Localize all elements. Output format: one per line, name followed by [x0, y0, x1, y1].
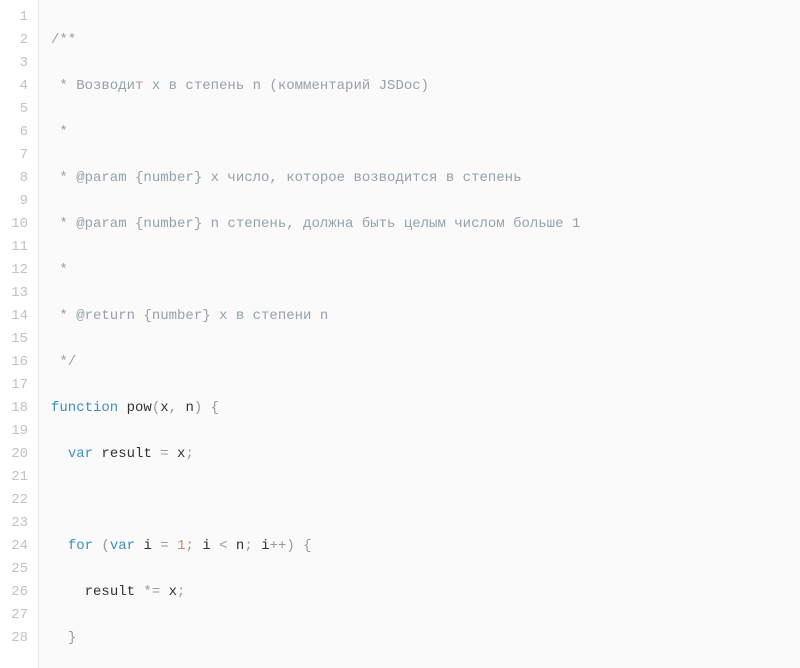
line-number: 5	[0, 98, 28, 121]
line-number: 28	[0, 627, 28, 650]
code-line: result *= x;	[51, 581, 800, 604]
line-number: 20	[0, 443, 28, 466]
line-number: 24	[0, 535, 28, 558]
line-number: 21	[0, 466, 28, 489]
code-line: /**	[51, 29, 800, 52]
line-number: 26	[0, 581, 28, 604]
line-number: 17	[0, 374, 28, 397]
line-number: 23	[0, 512, 28, 535]
line-number: 1	[0, 6, 28, 29]
code-line: }	[51, 627, 800, 650]
line-number: 14	[0, 305, 28, 328]
line-number: 4	[0, 75, 28, 98]
line-number: 8	[0, 167, 28, 190]
line-number: 9	[0, 190, 28, 213]
code-line: *	[51, 121, 800, 144]
line-number: 6	[0, 121, 28, 144]
line-number: 12	[0, 259, 28, 282]
code-line: * Возводит x в степень n (комментарий JS…	[51, 75, 800, 98]
line-number: 27	[0, 604, 28, 627]
code-line: * @return {number} x в степени n	[51, 305, 800, 328]
code-line: var result = x;	[51, 443, 800, 466]
line-number: 18	[0, 397, 28, 420]
line-number: 16	[0, 351, 28, 374]
line-number: 19	[0, 420, 28, 443]
code-line: * @param {number} n степень, должна быть…	[51, 213, 800, 236]
line-number: 22	[0, 489, 28, 512]
code-line: */	[51, 351, 800, 374]
code-area[interactable]: /** * Возводит x в степень n (комментари…	[39, 0, 800, 668]
line-number: 15	[0, 328, 28, 351]
code-line: * @param {number} x число, которое возво…	[51, 167, 800, 190]
line-number: 3	[0, 52, 28, 75]
line-number: 11	[0, 236, 28, 259]
line-number: 25	[0, 558, 28, 581]
line-number: 7	[0, 144, 28, 167]
code-line: *	[51, 259, 800, 282]
code-editor: 1 2 3 4 5 6 7 8 9 10 11 12 13 14 15 16 1…	[0, 0, 800, 668]
line-gutter: 1 2 3 4 5 6 7 8 9 10 11 12 13 14 15 16 1…	[0, 0, 39, 668]
line-number: 10	[0, 213, 28, 236]
code-line: for (var i = 1; i < n; i++) {	[51, 535, 800, 558]
code-line: function pow(x, n) {	[51, 397, 800, 420]
line-number: 2	[0, 29, 28, 52]
code-line	[51, 489, 800, 512]
line-number: 13	[0, 282, 28, 305]
